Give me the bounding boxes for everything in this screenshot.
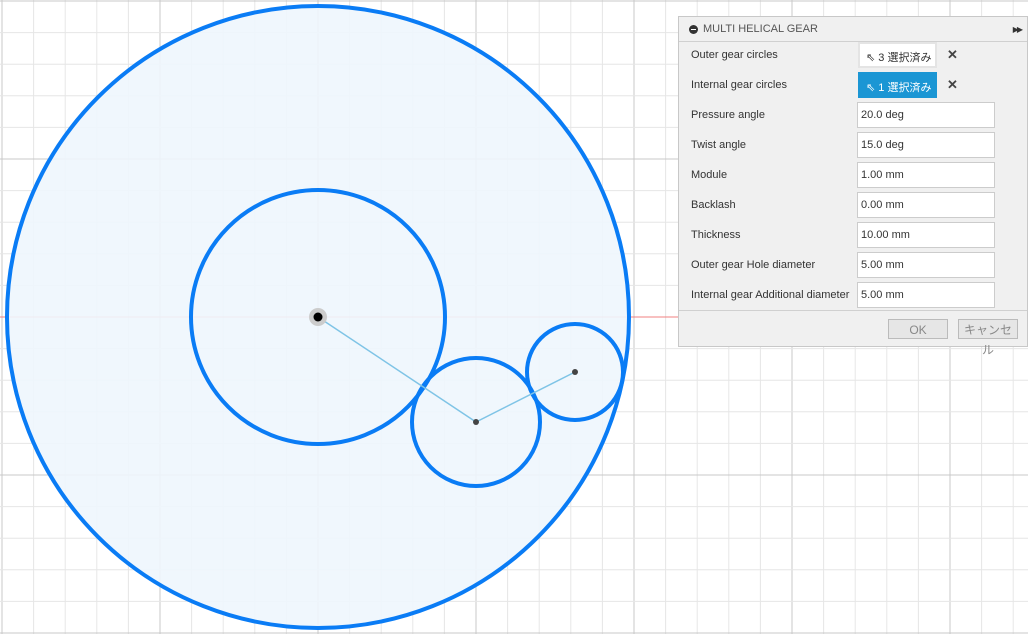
clear-selection-icon[interactable]: ✕	[947, 77, 958, 93]
field-label: Backlash	[691, 199, 736, 211]
field-label: Outer gear Hole diameter	[691, 259, 816, 271]
field-label: Thickness	[691, 229, 741, 241]
expand-icon[interactable]: ▶▶	[1013, 25, 1023, 34]
dialog-row: Thickness 10.00 mm	[679, 222, 1027, 248]
value-input[interactable]: 20.0 deg	[857, 102, 995, 128]
dialog-footer: OK キャンセル	[679, 310, 1027, 357]
value-input[interactable]: 15.0 deg	[857, 132, 995, 158]
field-label: Twist angle	[691, 139, 747, 151]
field-label: Internal gear Additional diameter	[691, 289, 850, 301]
field-label: Module	[691, 169, 728, 181]
field-label: Internal gear circles	[691, 79, 787, 91]
dialog-row: Module 1.00 mm	[679, 162, 1027, 188]
cursor-icon: ⇖	[866, 82, 876, 94]
ok-button[interactable]: OK	[888, 319, 948, 339]
field-label: Pressure angle	[691, 109, 765, 121]
value-input[interactable]: 5.00 mm	[857, 282, 995, 308]
selection-button[interactable]: ⇖ 3 選択済み	[858, 42, 937, 68]
value-input[interactable]: 1.00 mm	[857, 162, 995, 188]
center-point[interactable]	[473, 419, 479, 425]
center-point[interactable]	[572, 369, 578, 375]
dialog-row: Twist angle 15.0 deg	[679, 132, 1027, 158]
field-label: Outer gear circles	[691, 49, 778, 61]
value-input[interactable]: 10.00 mm	[857, 222, 995, 248]
dialog-row: Internal gear circles ⇖ 1 選択済み ✕	[679, 72, 1027, 98]
cancel-button[interactable]: キャンセル	[958, 319, 1018, 357]
dialog-row: Pressure angle 20.0 deg	[679, 102, 1027, 128]
dialog-header: MULTI HELICAL GEAR ▶▶	[679, 17, 1027, 42]
dialog-row: Backlash 0.00 mm	[679, 192, 1027, 218]
collapse-icon[interactable]	[689, 24, 698, 34]
value-input[interactable]: 5.00 mm	[857, 252, 995, 278]
dialog-row: Internal gear Additional diameter 5.00 mm	[679, 282, 1027, 308]
dialog-row: Outer gear Hole diameter 5.00 mm	[679, 252, 1027, 278]
value-input[interactable]: 0.00 mm	[857, 192, 995, 218]
clear-selection-icon[interactable]: ✕	[947, 47, 958, 63]
selection-count: 3 選択済み	[878, 52, 932, 64]
selection-button[interactable]: ⇖ 1 選択済み	[858, 72, 937, 98]
origin-point[interactable]	[313, 312, 323, 322]
dialog-row: Outer gear circles ⇖ 3 選択済み ✕	[679, 42, 1027, 68]
multi-helical-gear-dialog: MULTI HELICAL GEAR ▶▶ Outer gear circles…	[678, 16, 1028, 357]
cursor-icon: ⇖	[866, 52, 876, 64]
dialog-title: MULTI HELICAL GEAR	[703, 23, 818, 35]
selection-count: 1 選択済み	[878, 82, 932, 94]
